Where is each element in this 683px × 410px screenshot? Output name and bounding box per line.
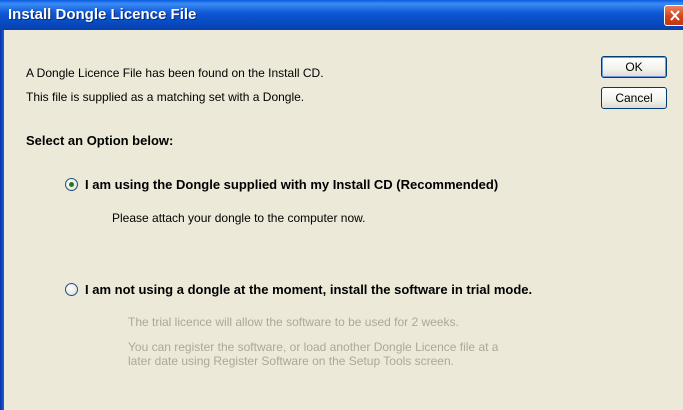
radio-selected-dot [69,182,74,187]
option-dongle-description: Please attach your dongle to the compute… [112,211,366,225]
dialog-title: Install Dongle Licence File [8,6,197,23]
close-icon [670,10,680,21]
close-button[interactable] [664,5,683,26]
message-line-2: This file is supplied as a matching set … [26,90,305,104]
option-trial-description-1: The trial licence will allow the softwar… [128,315,459,329]
cancel-button[interactable]: Cancel [601,87,667,109]
option-dongle-label[interactable]: I am using the Dongle supplied with my I… [85,177,498,192]
dialog-window: Install Dongle Licence File A Dongle Lic… [0,0,683,410]
title-bar[interactable]: Install Dongle Licence File [0,0,683,30]
option-dongle-radio[interactable] [65,178,78,191]
options-heading: Select an Option below: [26,133,174,148]
ok-button[interactable]: OK [601,56,667,78]
window-frame-left [0,30,4,410]
option-trial-description-2: You can register the software, or load a… [128,340,499,354]
option-trial-radio[interactable] [65,283,78,296]
message-line-1: A Dongle Licence File has been found on … [26,66,324,80]
option-trial-description-3: later date using Register Software on th… [128,354,454,368]
option-trial-label[interactable]: I am not using a dongle at the moment, i… [85,282,532,297]
